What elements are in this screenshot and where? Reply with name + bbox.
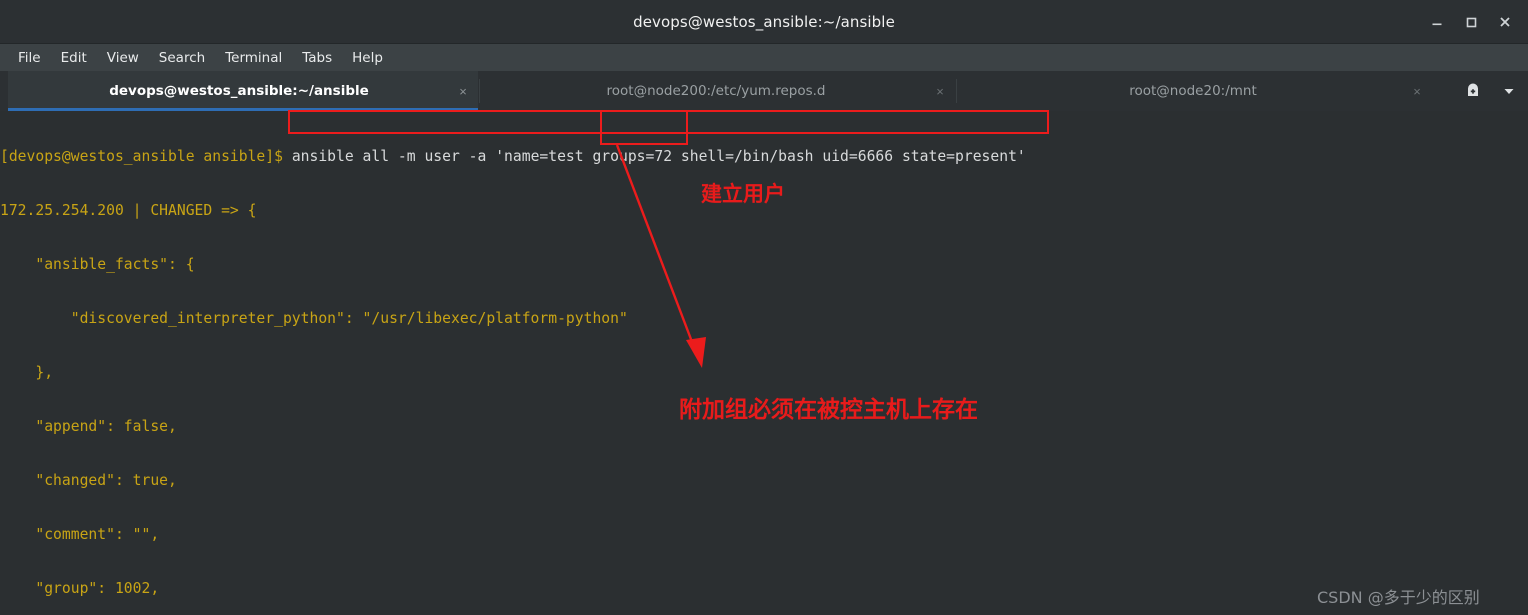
menu-item-tabs[interactable]: Tabs [292,48,342,68]
tab-close-icon[interactable]: × [925,85,955,98]
tab-devops-ansible[interactable]: devops@westos_ansible:~/ansible × [8,71,478,111]
shell-command: ansible all -m user -a 'name=test groups… [291,148,1026,165]
tab-close-icon[interactable]: × [1402,85,1432,98]
tab-node20-mnt[interactable]: root@node20:/mnt × [962,71,1432,111]
terminal-output-line: "ansible_facts": { [0,256,195,273]
menu-bar: File Edit View Search Terminal Tabs Help [0,44,1528,71]
menu-item-file[interactable]: File [8,48,51,68]
shell-prompt: [devops@westos_ansible ansible]$ [0,148,292,165]
menu-item-help[interactable]: Help [342,48,393,68]
terminal-output-line: "append": false, [0,418,177,435]
terminal-window: devops@westos_ansible:~/ansible File Edi… [0,0,1528,615]
chevron-down-icon[interactable] [1494,76,1524,106]
new-tab-icon[interactable] [1458,76,1488,106]
menu-item-search[interactable]: Search [149,48,215,68]
maximize-icon[interactable] [1454,5,1488,39]
terminal-output-line: "discovered_interpreter_python": "/usr/l… [0,310,628,327]
menu-item-view[interactable]: View [97,48,149,68]
terminal-body[interactable]: [devops@westos_ansible ansible]$ ansible… [0,111,1528,615]
terminal-output-line: }, [0,364,54,381]
terminal-output-line: "changed": true, [0,472,177,489]
tab-separator [956,79,957,103]
minimize-icon[interactable] [1420,5,1454,39]
terminal-output: [devops@westos_ansible ansible]$ ansible… [0,112,1026,615]
terminal-output-line: "group": 1002, [0,580,160,597]
title-bar: devops@westos_ansible:~/ansible [0,0,1528,44]
tab-bar-actions [1458,71,1524,111]
tab-bar: devops@westos_ansible:~/ansible × root@n… [0,71,1528,111]
window-title: devops@westos_ansible:~/ansible [633,13,895,31]
close-icon[interactable] [1488,5,1522,39]
tab-label: root@node200:/etc/yum.repos.d [606,83,826,99]
menu-item-edit[interactable]: Edit [51,48,97,68]
terminal-output-line: 172.25.254.200 | CHANGED => { [0,202,257,219]
tab-label: root@node20:/mnt [1129,83,1257,99]
terminal-output-line: "comment": "", [0,526,160,543]
menu-item-terminal[interactable]: Terminal [215,48,292,68]
tab-label: devops@westos_ansible:~/ansible [109,83,369,99]
window-controls [1420,0,1522,44]
terminal-prompt-line-1: [devops@westos_ansible ansible]$ ansible… [0,148,1026,166]
tab-close-icon[interactable]: × [448,85,478,98]
tab-node200-yum-repos[interactable]: root@node200:/etc/yum.repos.d × [485,71,955,111]
tab-separator [479,79,480,103]
